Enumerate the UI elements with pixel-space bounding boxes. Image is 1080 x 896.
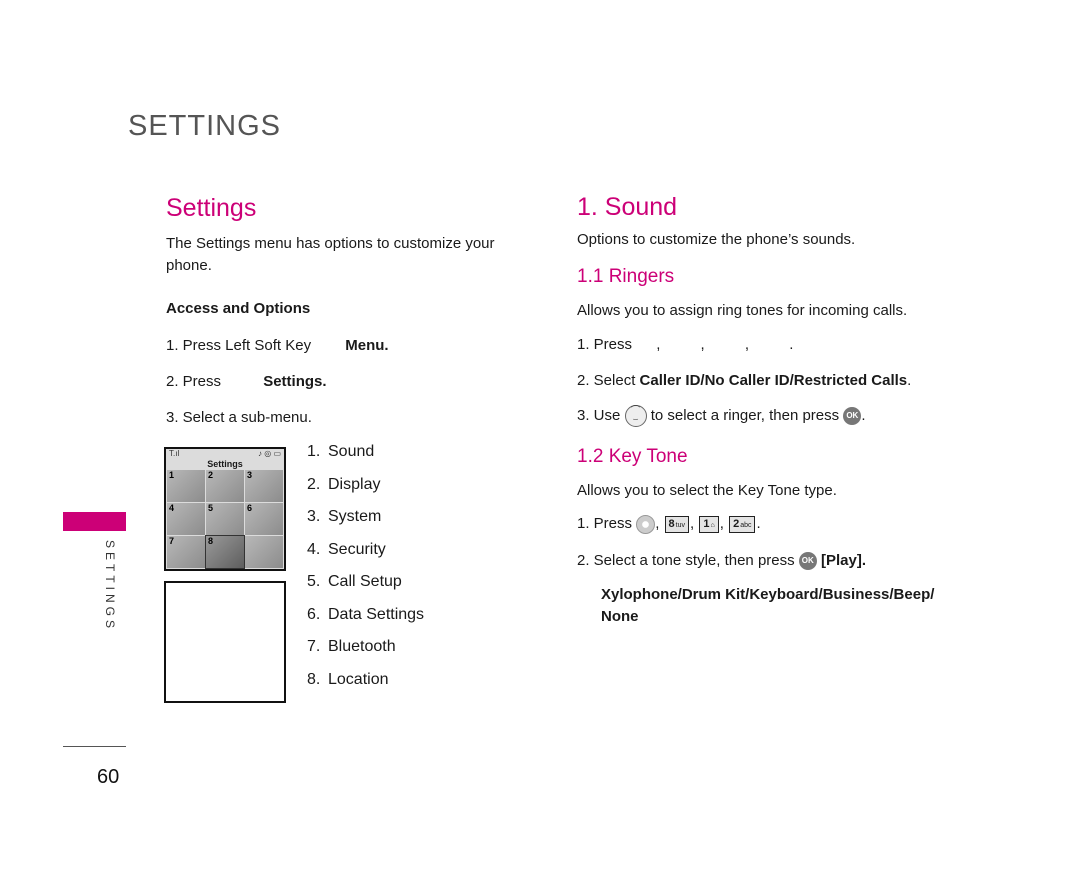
ringers-step-1: 1. Press , , , . xyxy=(577,336,794,353)
menu-center-key-icon xyxy=(636,514,656,534)
chapter-header: SETTINGS xyxy=(128,110,282,142)
signal-icon: T.ıl xyxy=(169,449,180,458)
key-1-voicemail-icon: 1⌂ xyxy=(699,515,719,533)
access-step-2: 2. Press Settings. xyxy=(166,373,327,390)
screen-cell-location: 8 xyxy=(205,535,245,569)
section-title-sound: 1. Sound xyxy=(577,193,678,221)
ringers-step-3: 3. Use ⌒ ⌣ to select a ringer, then press… xyxy=(577,405,865,428)
key-tone-desc: Allows you to select the Key Tone type. xyxy=(577,482,837,499)
access-step-1: 1. Press Left Soft Key Menu. xyxy=(166,337,389,354)
key-tone-step-2: 2. Select a tone style, then press OK [P… xyxy=(577,552,866,571)
section-title-settings: Settings xyxy=(166,194,257,222)
key-8-icon: 8tuv xyxy=(664,515,690,533)
submenu-item-display: 2. Display xyxy=(307,475,381,493)
screen-cell-sound: 1 xyxy=(167,470,205,502)
ringers-step-2: 2. Select Caller ID/No Caller ID/Restric… xyxy=(577,372,912,389)
key-2-icon: 2abc xyxy=(729,515,756,533)
screen-title: Settings xyxy=(207,459,243,469)
settings-submenu-list: 1. Sound 2. Display 3. System 4. Security 5.… xyxy=(307,441,424,701)
screen-cell-bluetooth: 7 xyxy=(167,536,205,568)
settings-intro: The Settings menu has options to customi… xyxy=(166,235,495,274)
screen-cell-info xyxy=(245,536,283,568)
page-number: 60 xyxy=(97,766,120,788)
submenu-item-bluetooth: 7. Bluetooth xyxy=(307,638,396,655)
screen-status-bar: T.ıl ♪ ◎ ▭ xyxy=(166,449,284,459)
screen-cell-display: 2 xyxy=(206,470,244,502)
screen-cell-security: 4 xyxy=(167,503,205,535)
screen-cell-system: 3 xyxy=(245,470,283,502)
access-step-3: 3. Select a sub-menu. xyxy=(166,409,312,426)
status-icons: ♪ ◎ ▭ xyxy=(258,449,281,458)
submenu-item-location: 8. Location xyxy=(307,670,389,688)
footer-rule xyxy=(63,746,126,747)
screen-cell-data-settings: 6 xyxy=(245,503,283,535)
subsection-title-key-tone: 1.2 Key Tone xyxy=(577,446,688,467)
submenu-item-security: 4. Security xyxy=(307,540,386,558)
navigation-key-up-down-icon: ⌒ ⌣ xyxy=(624,405,647,428)
subsection-title-ringers: 1.1 Ringers xyxy=(577,266,675,287)
submenu-item-sound: 1. Sound xyxy=(307,443,375,460)
key-tone-step-1: 1. Press , 8tuv, 1⌂, 2abc. xyxy=(577,514,761,534)
screen-menu-grid: 1 2 3 4 5 6 7 8 xyxy=(166,469,284,569)
ok-key-icon: OK xyxy=(843,407,862,426)
submenu-item-data-settings: 6. Data Settings xyxy=(307,605,425,623)
screen-cell-call-setup: 5 xyxy=(206,503,244,535)
access-options-heading: Access and Options xyxy=(166,300,311,317)
ok-key-icon: OK xyxy=(798,552,817,571)
sound-intro: Options to customize the phone’s sounds. xyxy=(577,231,856,248)
blank-screen-placeholder xyxy=(164,581,286,703)
key-tone-options: Xylophone/Drum Kit/Keyboard/Business/Bee… xyxy=(601,586,935,625)
ringers-desc: Allows you to assign ring tones for inco… xyxy=(577,302,908,319)
side-chapter-label: SETTINGS xyxy=(103,540,117,633)
submenu-item-call-setup: 5. Call Setup xyxy=(307,573,402,590)
chapter-tab-marker xyxy=(63,512,126,531)
submenu-item-system: 3. System xyxy=(307,508,382,525)
phone-screen-illustration: T.ıl ♪ ◎ ▭ Settings 1 2 3 4 5 6 7 8 xyxy=(164,447,286,571)
